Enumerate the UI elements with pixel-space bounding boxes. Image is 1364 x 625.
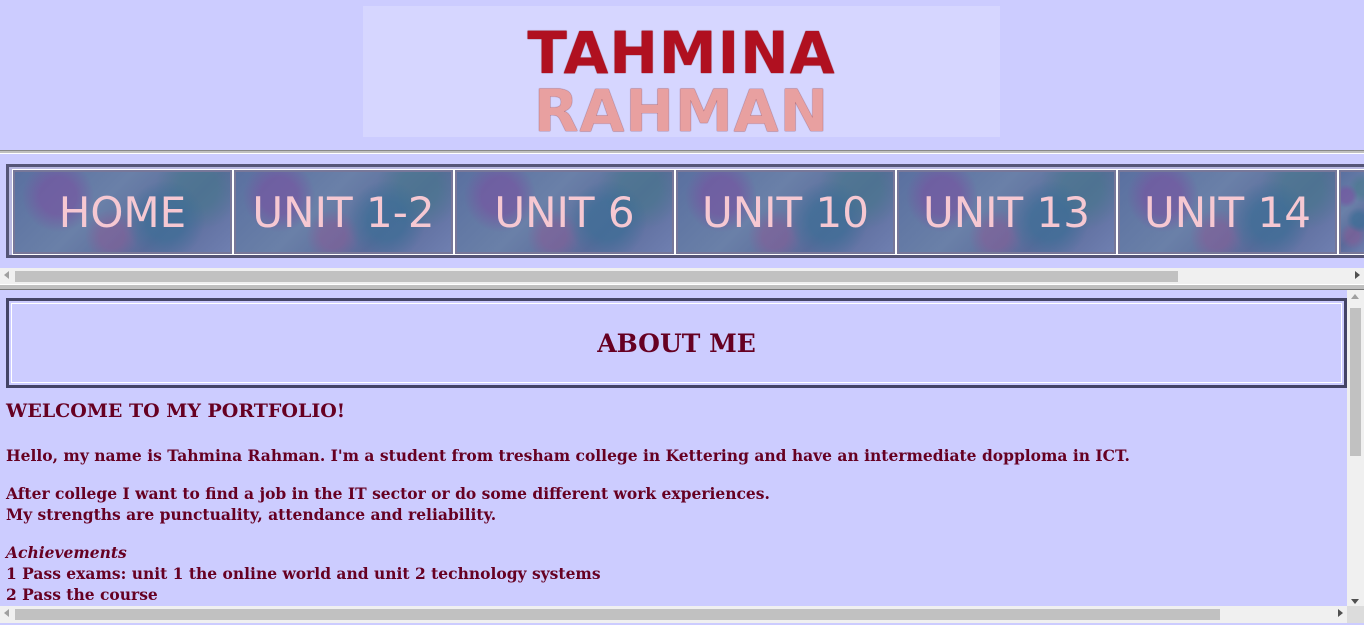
header-frame: TAHMINA RAHMAN: [0, 0, 1364, 150]
about-header-box: ABOUT ME: [6, 298, 1347, 388]
scroll-up-arrow-icon[interactable]: [1351, 294, 1359, 299]
nav-unit-13-button[interactable]: UNIT 13: [896, 169, 1117, 255]
main-content-frame: ABOUT ME WELCOME TO MY PORTFOLIO! Hello,…: [0, 290, 1364, 625]
nav-horizontal-scrollbar[interactable]: [0, 268, 1364, 285]
achievements-heading: Achievements: [6, 543, 127, 562]
goals-paragraph: After college I want to find a job in th…: [6, 483, 1336, 525]
intro-paragraph: Hello, my name is Tahmina Rahman. I'm a …: [6, 446, 1130, 465]
nav-unit-14-button[interactable]: UNIT 14: [1117, 169, 1338, 255]
scroll-right-arrow-icon[interactable]: [1338, 609, 1343, 617]
main-vertical-scrollbar[interactable]: [1347, 290, 1364, 608]
goal-line: After college I want to find a job in th…: [6, 484, 770, 503]
scrollbar-thumb[interactable]: [1350, 308, 1361, 456]
strengths-line: My strengths are punctuality, attendance…: [6, 505, 497, 524]
nav-next-button-partial[interactable]: [1338, 169, 1364, 255]
scrollbar-thumb[interactable]: [15, 609, 1220, 620]
nav-bar: HOME UNIT 1-2 UNIT 6 UNIT 10 UNIT 13 UNI…: [6, 164, 1364, 258]
scrollbar-thumb[interactable]: [15, 271, 1178, 282]
main-horizontal-scrollbar[interactable]: [0, 606, 1347, 623]
banner-title: TAHMINA RAHMAN: [379, 24, 984, 140]
achievement-item: 2 Pass the course: [6, 585, 158, 604]
achievement-item: 1 Pass exams: unit 1 the online world an…: [6, 564, 601, 583]
scroll-right-arrow-icon[interactable]: [1355, 271, 1360, 279]
page-title: ABOUT ME: [597, 328, 756, 358]
welcome-heading: WELCOME TO MY PORTFOLIO!: [6, 400, 346, 422]
nav-home-button[interactable]: HOME: [12, 169, 233, 255]
scroll-left-arrow-icon[interactable]: [4, 609, 9, 617]
banner-logo: TAHMINA RAHMAN: [363, 6, 1000, 140]
scroll-left-arrow-icon[interactable]: [4, 271, 9, 279]
nav-unit-10-button[interactable]: UNIT 10: [675, 169, 896, 255]
scroll-down-arrow-icon[interactable]: [1351, 599, 1359, 604]
nav-frame: HOME UNIT 1-2 UNIT 6 UNIT 10 UNIT 13 UNI…: [0, 154, 1364, 285]
achievements-section: Achievements 1 Pass exams: unit 1 the on…: [6, 542, 1336, 605]
content-body: WELCOME TO MY PORTFOLIO! Hello, my name …: [6, 400, 1336, 605]
scrollbar-corner: [1347, 606, 1364, 623]
nav-unit-6-button[interactable]: UNIT 6: [454, 169, 675, 255]
banner-last-name: RAHMAN: [533, 77, 830, 145]
nav-unit-1-2-button[interactable]: UNIT 1-2: [233, 169, 454, 255]
